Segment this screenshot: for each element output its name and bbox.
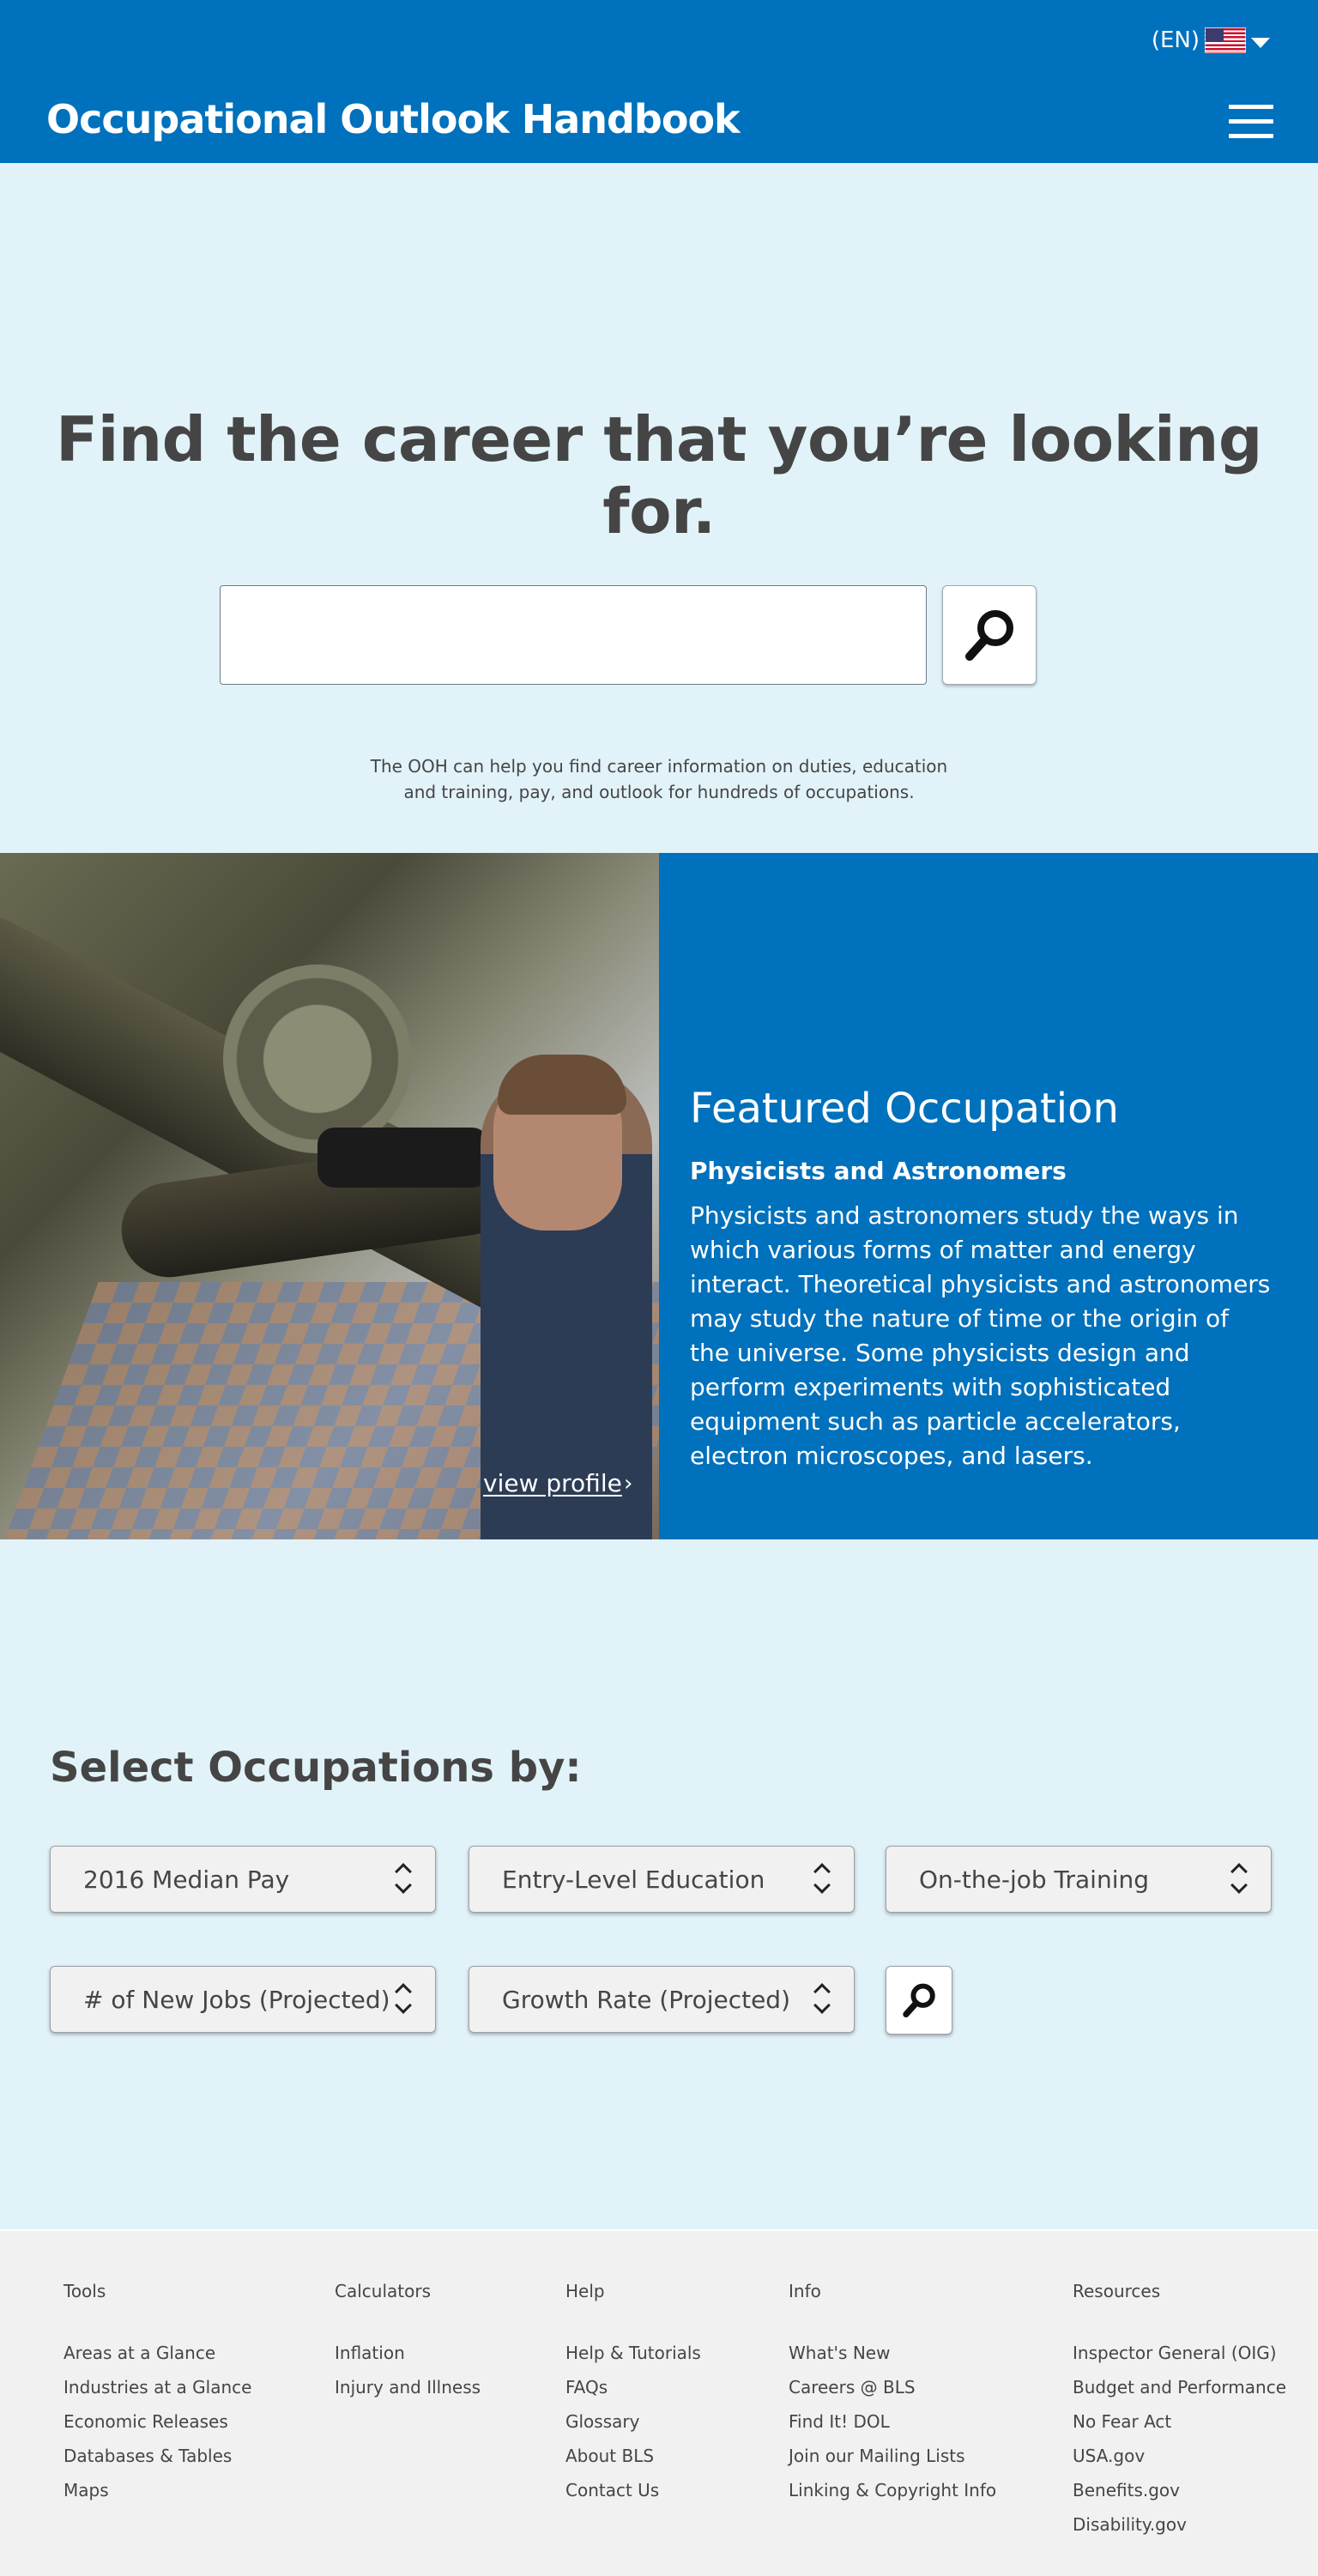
footer-link[interactable]: What's New [789,2336,996,2370]
footer-link[interactable]: Benefits.gov [1073,2473,1286,2507]
select-label: 2016 Median Pay [83,1865,290,1894]
footer-column-tools: Tools Areas at a Glance Industries at a … [63,2281,251,2507]
entry-level-education-select[interactable]: Entry-Level Education [469,1846,855,1913]
footer-link[interactable]: FAQs [565,2370,701,2404]
occupation-search-input[interactable] [220,585,927,685]
featured-text: Featured Occupation Physicists and Astro… [690,1085,1273,1473]
search-button[interactable] [942,585,1037,685]
hero-description: The OOH can help you find career informa… [370,756,948,802]
footer-link[interactable]: Inflation [335,2336,481,2370]
search-icon [965,610,1013,661]
footer-link[interactable]: Industries at a Glance [63,2370,251,2404]
featured-photo: view profile › [0,853,659,1539]
caret-down-icon [1251,38,1270,48]
featured-heading: Featured Occupation [690,1085,1119,1133]
select-arrows-icon [392,1860,416,1900]
footer-link[interactable]: Areas at a Glance [63,2336,251,2370]
site-header: (EN) Occupational Outlook Handbook [0,0,1318,163]
footer-heading: Info [789,2281,821,2301]
hamburger-menu-icon[interactable] [1229,105,1273,141]
footer-heading: Calculators [335,2281,431,2301]
footer-link[interactable]: Help & Tutorials [565,2336,701,2370]
on-the-job-training-select[interactable]: On-the-job Training [886,1846,1272,1913]
language-selector[interactable]: (EN) [1152,27,1270,53]
select-arrows-icon [811,1860,835,1900]
select-label: Growth Rate (Projected) [502,1985,790,2014]
footer-column-info: Info What's New Careers @ BLS Find It! D… [789,2281,996,2507]
site-footer: Tools Areas at a Glance Industries at a … [0,2229,1318,2576]
language-label: (EN) [1151,27,1200,53]
footer-link[interactable]: Disability.gov [1073,2507,1286,2542]
new-jobs-select[interactable]: # of New Jobs (Projected) [50,1966,436,2033]
footer-link[interactable]: About BLS [565,2439,701,2473]
footer-column-help: Help Help & Tutorials FAQs Glossary Abou… [565,2281,701,2507]
us-flag-icon [1205,27,1246,53]
footer-link[interactable]: Injury and Illness [335,2370,481,2404]
growth-rate-select[interactable]: Growth Rate (Projected) [469,1966,855,2033]
footer-column-resources: Resources Inspector General (OIG) Budget… [1073,2281,1286,2542]
view-profile-link[interactable]: view profile [483,1469,622,1497]
featured-occupation-section: view profile › Featured Occupation Physi… [0,853,1318,1539]
footer-column-calculators: Calculators Inflation Injury and Illness [335,2281,481,2404]
footer-link[interactable]: Economic Releases [63,2404,251,2439]
footer-heading: Resources [1073,2281,1161,2301]
footer-link[interactable]: Budget and Performance [1073,2370,1286,2404]
footer-link[interactable]: Inspector General (OIG) [1073,2336,1286,2370]
select-arrows-icon [1228,1860,1252,1900]
select-arrows-icon [811,1980,835,2020]
footer-link[interactable]: Maps [63,2473,251,2507]
search-icon [903,1983,935,2018]
footer-link[interactable]: Contact Us [565,2473,701,2507]
footer-heading: Help [565,2281,605,2301]
featured-description: Physicists and astronomers study the way… [690,1201,1271,1470]
page-title: Find the career that you’re looking for. [56,403,1262,547]
select-search-button[interactable] [886,1966,952,2035]
chevron-right-icon: › [624,1471,633,1497]
footer-link[interactable]: Careers @ BLS [789,2370,996,2404]
footer-link[interactable]: Join our Mailing Lists [789,2439,996,2473]
footer-link[interactable]: Find It! DOL [789,2404,996,2439]
footer-heading: Tools [63,2281,106,2301]
footer-link[interactable]: No Fear Act [1073,2404,1286,2439]
footer-link[interactable]: USA.gov [1073,2439,1286,2473]
select-label: Entry-Level Education [502,1865,765,1894]
site-title[interactable]: Occupational Outlook Handbook [46,96,741,142]
footer-link[interactable]: Glossary [565,2404,701,2439]
select-label: On-the-job Training [919,1865,1150,1894]
footer-link[interactable]: Linking & Copyright Info [789,2473,996,2507]
select-arrows-icon [392,1980,416,2020]
select-label: # of New Jobs (Projected) [83,1985,390,2014]
featured-occupation-name[interactable]: Physicists and Astronomers [690,1157,1273,1185]
median-pay-select[interactable]: 2016 Median Pay [50,1846,436,1913]
select-occupations-title: Select Occupations by: [50,1744,582,1792]
footer-link[interactable]: Databases & Tables [63,2439,251,2473]
